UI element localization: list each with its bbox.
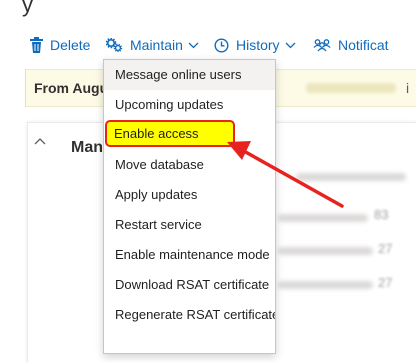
menu-item-download-rsat-certificate[interactable]: Download RSAT certificate bbox=[104, 270, 275, 300]
redacted-row bbox=[278, 214, 368, 222]
banner-text: From Augu bbox=[34, 80, 109, 96]
menu-item-enable-access-label[interactable]: Enable access bbox=[114, 126, 199, 141]
notifications-button[interactable]: Notificat bbox=[313, 31, 389, 59]
delete-label: Delete bbox=[50, 37, 91, 53]
menu-item-upcoming-updates[interactable]: Upcoming updates bbox=[104, 90, 275, 120]
chevron-up-icon[interactable] bbox=[34, 137, 46, 145]
redacted-header bbox=[296, 173, 406, 181]
notifications-label: Notificat bbox=[338, 37, 389, 53]
clock-icon bbox=[214, 37, 229, 53]
menu-item-regenerate-rsat-certificate[interactable]: Regenerate RSAT certificate bbox=[104, 300, 275, 330]
banner-redacted-text bbox=[306, 83, 396, 93]
page-title-fragment: y bbox=[22, 0, 33, 17]
maintain-dropdown-menu: Message online users Upcoming updates Mo… bbox=[103, 59, 276, 354]
redacted-value: 27 bbox=[378, 241, 393, 256]
chevron-down-icon bbox=[285, 42, 296, 48]
menu-item-message-online-users[interactable]: Message online users bbox=[104, 60, 275, 90]
gears-icon bbox=[106, 38, 123, 52]
history-menu-button[interactable]: History bbox=[214, 31, 296, 59]
chevron-down-icon bbox=[188, 42, 199, 48]
redacted-value: 83 bbox=[374, 207, 389, 222]
people-icon bbox=[313, 39, 331, 52]
redacted-row bbox=[278, 247, 373, 255]
maintain-menu-button[interactable]: Maintain bbox=[106, 31, 199, 59]
trash-icon bbox=[30, 37, 43, 53]
menu-item-restart-service[interactable]: Restart service bbox=[104, 210, 275, 240]
redacted-value: 27 bbox=[378, 275, 393, 290]
redacted-row bbox=[278, 281, 373, 289]
banner-trailing-text: i bbox=[406, 80, 410, 96]
menu-item-apply-updates[interactable]: Apply updates bbox=[104, 180, 275, 210]
menu-item-move-database[interactable]: Move database bbox=[104, 150, 275, 180]
maintain-label: Maintain bbox=[130, 37, 183, 53]
command-bar: Delete Maintain History Notificat bbox=[0, 31, 416, 59]
history-label: History bbox=[236, 37, 280, 53]
menu-item-enable-maintenance-mode[interactable]: Enable maintenance mode bbox=[104, 240, 275, 270]
delete-button[interactable]: Delete bbox=[30, 31, 90, 59]
card-title: Man bbox=[71, 139, 103, 156]
